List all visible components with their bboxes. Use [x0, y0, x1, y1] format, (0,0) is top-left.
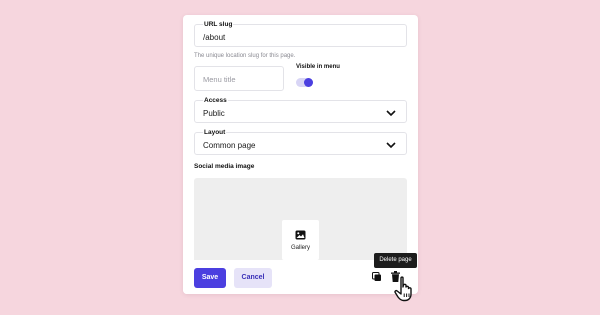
- chevron-down-icon: [386, 110, 396, 117]
- image-icon: [295, 230, 306, 240]
- url-slug-field[interactable]: URL slug /about: [194, 20, 407, 47]
- access-label: Access: [203, 96, 228, 105]
- save-button[interactable]: Save: [194, 268, 226, 288]
- gallery-label: Gallery: [290, 245, 310, 251]
- chevron-down-icon: [386, 142, 396, 149]
- delete-page-tooltip: Delete page: [374, 253, 417, 268]
- hand-cursor-icon: [394, 276, 412, 302]
- menu-title-placeholder: Menu title: [203, 75, 236, 84]
- duplicate-icon[interactable]: [372, 272, 382, 282]
- cancel-button[interactable]: Cancel: [234, 268, 272, 288]
- menu-title-input[interactable]: Menu title: [194, 66, 284, 91]
- layout-select[interactable]: Layout Common page: [194, 128, 407, 155]
- access-value: Public: [203, 109, 225, 118]
- url-slug-help: The unique location slug for this page.: [194, 53, 296, 59]
- gallery-button[interactable]: Gallery: [282, 220, 319, 260]
- layout-label: Layout: [203, 128, 227, 137]
- social-media-image-title: Social media image: [194, 163, 255, 170]
- access-select[interactable]: Access Public: [194, 96, 407, 123]
- layout-value: Common page: [203, 141, 256, 150]
- visible-in-menu-toggle[interactable]: [296, 78, 313, 87]
- toggle-knob: [304, 78, 313, 87]
- url-slug-value: /about: [203, 33, 226, 42]
- visible-in-menu-label: Visible in menu: [296, 64, 340, 70]
- url-slug-label: URL slug: [203, 20, 234, 29]
